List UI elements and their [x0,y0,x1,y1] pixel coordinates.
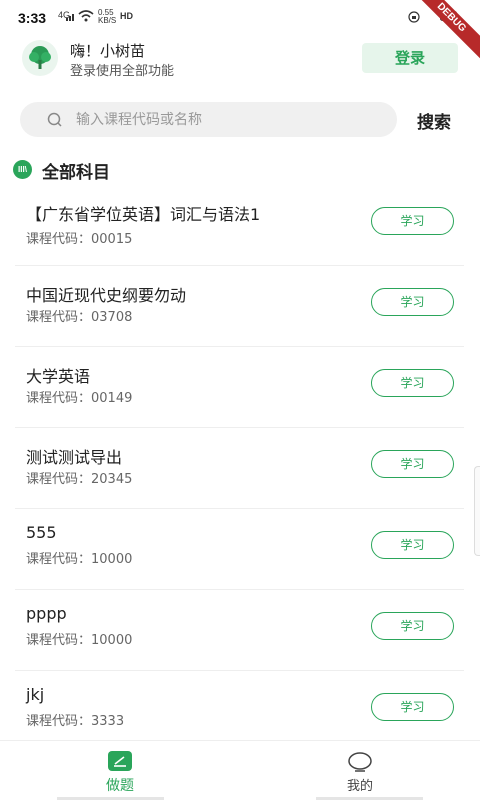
course-title: 555 [26,523,57,542]
hd-label: HD [120,11,133,21]
course-code: 课程代码：00149 [26,391,133,406]
course-title: 大学英语 [26,367,91,386]
nav-tab-practice[interactable]: 做题 [0,741,240,800]
study-button[interactable]: 学习 [371,450,454,478]
chat-bubble-icon [348,752,372,772]
status-time: 3:33 [18,10,47,26]
search-button[interactable]: 搜索 [417,108,451,133]
course-code: 课程代码：10000 [26,633,133,648]
study-button[interactable]: 学习 [371,207,454,235]
app-logo [22,40,58,76]
tree-logo-icon [29,46,51,69]
login-prompt-text: 登录使用全部功能 [70,64,175,79]
net-speed: 0.55 KB/S [98,9,116,25]
study-button[interactable]: 学习 [371,288,454,316]
course-row[interactable]: 555 课程代码：10000 学习 [15,509,464,590]
study-button[interactable]: 学习 [371,369,454,397]
status-bar: 3:33 4G 0.55 KB/S HD DEBUG [0,0,480,63]
study-button[interactable]: 学习 [371,693,454,721]
search-input[interactable] [76,102,376,137]
bottom-nav: 做题 我的 [0,740,480,800]
course-code: 课程代码：00015 [26,232,133,247]
course-code: 课程代码：03708 [26,310,133,325]
course-title: 【广东省学位英语】词汇与语法1 [26,205,261,224]
login-button[interactable]: 登录 [362,43,458,73]
books-icon: III\ [13,160,32,179]
search-bar[interactable] [20,102,397,137]
rotation-lock-icon [408,11,420,23]
course-title: pppp [26,604,67,623]
course-row[interactable]: 【广东省学位英语】词汇与语法1 课程代码：00015 学习 [15,185,464,266]
search-icon [47,112,62,127]
course-row[interactable]: 中国近现代史纲要勿动 课程代码：03708 学习 [15,266,464,347]
course-row[interactable]: 大学英语 课程代码：00149 学习 [15,347,464,428]
course-code: 课程代码：20345 [26,472,133,487]
study-button[interactable]: 学习 [371,531,454,559]
nav-label-mine: 我的 [346,779,373,794]
course-code: 课程代码：3333 [26,714,125,729]
edit-icon [108,751,132,771]
course-title: jkj [26,685,45,704]
edge-scroll-handle[interactable] [474,466,480,556]
section-title: 全部科目 [42,163,110,183]
course-title: 中国近现代史纲要勿动 [26,286,187,305]
nav-label-practice: 做题 [106,778,134,794]
signal-bars-icon [66,14,74,21]
course-title: 测试测试导出 [26,448,123,467]
course-code: 课程代码：10000 [26,552,133,567]
net-speed-unit: KB/S [98,16,117,25]
greeting-text: 嗨！小树苗 [70,42,146,60]
wifi-icon [78,10,94,22]
study-button[interactable]: 学习 [371,612,454,640]
course-row[interactable]: 测试测试导出 课程代码：20345 学习 [15,428,464,509]
course-row[interactable]: pppp 课程代码：10000 学习 [15,590,464,671]
